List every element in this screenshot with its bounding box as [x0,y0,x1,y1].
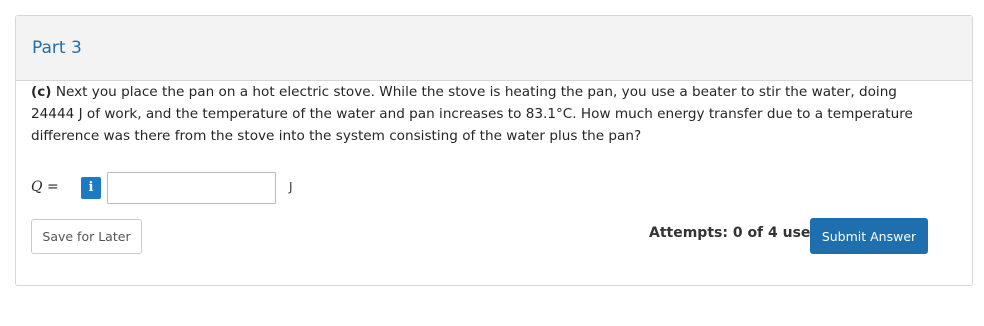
question-text: Next you place the pan on a hot electric… [31,84,913,144]
answer-row: Q = i J [31,172,431,204]
answer-variable-label: Q = [31,179,59,195]
info-icon[interactable]: i [81,177,101,199]
save-for-later-button[interactable]: Save for Later [31,219,142,254]
attempts-counter: Attempts: 0 of 4 used [649,225,821,241]
question-label: (c) [31,84,52,100]
submit-answer-button[interactable]: Submit Answer [810,218,928,254]
variable-symbol: Q [31,179,43,195]
part-title: Part 3 [32,38,82,58]
part-header: Part 3 [16,16,972,81]
equals-sign: = [46,179,59,195]
answer-input[interactable] [107,172,276,204]
question-text-block: (c) Next you place the pan on a hot elec… [31,81,931,147]
unit-label: J [289,180,293,194]
